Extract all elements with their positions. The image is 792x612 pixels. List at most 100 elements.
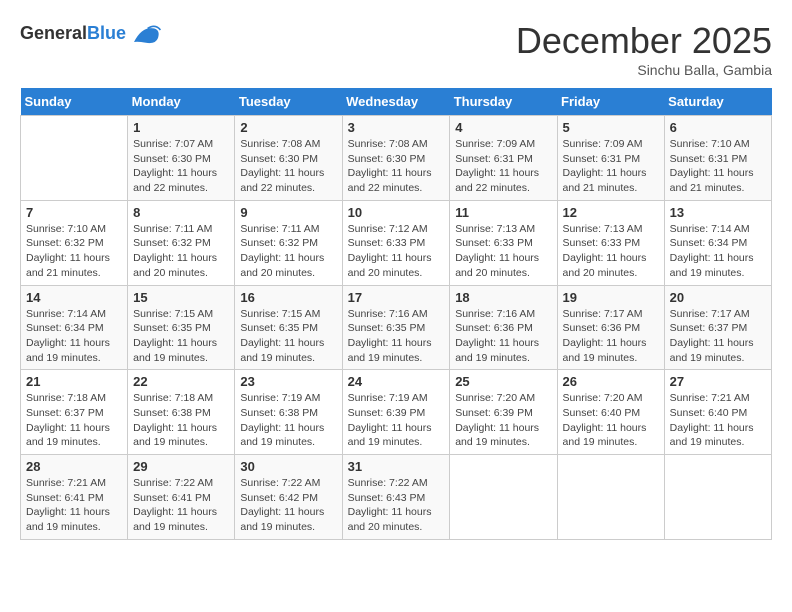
calendar-cell: [664, 455, 771, 540]
calendar-cell: 14 Sunrise: 7:14 AM Sunset: 6:34 PM Dayli…: [21, 285, 128, 370]
cell-content: Sunrise: 7:22 AM Sunset: 6:42 PM Dayligh…: [240, 476, 336, 535]
cell-content: Sunrise: 7:13 AM Sunset: 6:33 PM Dayligh…: [563, 222, 659, 281]
header-day-saturday: Saturday: [664, 88, 771, 116]
day-number: 13: [670, 205, 766, 220]
calendar-cell: [21, 116, 128, 201]
calendar-cell: 26 Sunrise: 7:20 AM Sunset: 6:40 PM Dayli…: [557, 370, 664, 455]
day-number: 28: [26, 459, 122, 474]
day-number: 12: [563, 205, 659, 220]
calendar-cell: 3Sunrise: 7:08 AM Sunset: 6:30 PM Daylig…: [342, 116, 450, 201]
week-row-1: 1Sunrise: 7:07 AM Sunset: 6:30 PM Daylig…: [21, 116, 772, 201]
calendar-table: SundayMondayTuesdayWednesdayThursdayFrid…: [20, 88, 772, 540]
day-number: 23: [240, 374, 336, 389]
header-day-monday: Monday: [128, 88, 235, 116]
header-day-friday: Friday: [557, 88, 664, 116]
location-subtitle: Sinchu Balla, Gambia: [516, 62, 772, 78]
logo-blue: Blue: [87, 23, 126, 43]
calendar-cell: 8 Sunrise: 7:11 AM Sunset: 6:32 PM Daylig…: [128, 200, 235, 285]
header-day-tuesday: Tuesday: [235, 88, 342, 116]
month-title: December 2025: [516, 20, 772, 62]
day-number: 7: [26, 205, 122, 220]
day-number: 27: [670, 374, 766, 389]
week-row-5: 28 Sunrise: 7:21 AM Sunset: 6:41 PM Dayli…: [21, 455, 772, 540]
cell-content: Sunrise: 7:09 AM Sunset: 6:31 PM Dayligh…: [455, 137, 551, 196]
calendar-cell: 21 Sunrise: 7:18 AM Sunset: 6:37 PM Dayli…: [21, 370, 128, 455]
day-number: 15: [133, 290, 229, 305]
calendar-cell: 25 Sunrise: 7:20 AM Sunset: 6:39 PM Dayli…: [450, 370, 557, 455]
cell-content: Sunrise: 7:17 AM Sunset: 6:37 PM Dayligh…: [670, 307, 766, 366]
calendar-cell: 13Sunrise: 7:14 AM Sunset: 6:34 PM Dayli…: [664, 200, 771, 285]
day-number: 22: [133, 374, 229, 389]
calendar-cell: 28 Sunrise: 7:21 AM Sunset: 6:41 PM Dayli…: [21, 455, 128, 540]
cell-content: Sunrise: 7:16 AM Sunset: 6:36 PM Dayligh…: [455, 307, 551, 366]
cell-content: Sunrise: 7:09 AM Sunset: 6:31 PM Dayligh…: [563, 137, 659, 196]
calendar-cell: 11 Sunrise: 7:13 AM Sunset: 6:33 PM Dayli…: [450, 200, 557, 285]
calendar-cell: 4Sunrise: 7:09 AM Sunset: 6:31 PM Daylig…: [450, 116, 557, 201]
header-day-wednesday: Wednesday: [342, 88, 450, 116]
day-number: 10: [348, 205, 445, 220]
day-number: 17: [348, 290, 445, 305]
day-number: 16: [240, 290, 336, 305]
cell-content: Sunrise: 7:15 AM Sunset: 6:35 PM Dayligh…: [240, 307, 336, 366]
day-number: 9: [240, 205, 336, 220]
calendar-cell: 17 Sunrise: 7:16 AM Sunset: 6:35 PM Dayli…: [342, 285, 450, 370]
cell-content: Sunrise: 7:21 AM Sunset: 6:40 PM Dayligh…: [670, 391, 766, 450]
calendar-body: 1Sunrise: 7:07 AM Sunset: 6:30 PM Daylig…: [21, 116, 772, 540]
cell-content: Sunrise: 7:16 AM Sunset: 6:35 PM Dayligh…: [348, 307, 445, 366]
cell-content: Sunrise: 7:08 AM Sunset: 6:30 PM Dayligh…: [240, 137, 336, 196]
calendar-cell: 5 Sunrise: 7:09 AM Sunset: 6:31 PM Daylig…: [557, 116, 664, 201]
calendar-cell: 1Sunrise: 7:07 AM Sunset: 6:30 PM Daylig…: [128, 116, 235, 201]
calendar-cell: 20Sunrise: 7:17 AM Sunset: 6:37 PM Dayli…: [664, 285, 771, 370]
calendar-header-row: SundayMondayTuesdayWednesdayThursdayFrid…: [21, 88, 772, 116]
cell-content: Sunrise: 7:07 AM Sunset: 6:30 PM Dayligh…: [133, 137, 229, 196]
logo-general: General: [20, 23, 87, 43]
calendar-cell: 29 Sunrise: 7:22 AM Sunset: 6:41 PM Dayli…: [128, 455, 235, 540]
logo-icon: [130, 20, 162, 48]
week-row-2: 7Sunrise: 7:10 AM Sunset: 6:32 PM Daylig…: [21, 200, 772, 285]
cell-content: Sunrise: 7:19 AM Sunset: 6:38 PM Dayligh…: [240, 391, 336, 450]
calendar-cell: 10 Sunrise: 7:12 AM Sunset: 6:33 PM Dayli…: [342, 200, 450, 285]
header-day-thursday: Thursday: [450, 88, 557, 116]
cell-content: Sunrise: 7:21 AM Sunset: 6:41 PM Dayligh…: [26, 476, 122, 535]
day-number: 3: [348, 120, 445, 135]
calendar-cell: 27 Sunrise: 7:21 AM Sunset: 6:40 PM Dayli…: [664, 370, 771, 455]
day-number: 24: [348, 374, 445, 389]
calendar-cell: 6Sunrise: 7:10 AM Sunset: 6:31 PM Daylig…: [664, 116, 771, 201]
day-number: 25: [455, 374, 551, 389]
week-row-4: 21 Sunrise: 7:18 AM Sunset: 6:37 PM Dayli…: [21, 370, 772, 455]
calendar-cell: 24Sunrise: 7:19 AM Sunset: 6:39 PM Dayli…: [342, 370, 450, 455]
cell-content: Sunrise: 7:22 AM Sunset: 6:41 PM Dayligh…: [133, 476, 229, 535]
day-number: 19: [563, 290, 659, 305]
day-number: 29: [133, 459, 229, 474]
calendar-cell: 12 Sunrise: 7:13 AM Sunset: 6:33 PM Dayli…: [557, 200, 664, 285]
cell-content: Sunrise: 7:20 AM Sunset: 6:40 PM Dayligh…: [563, 391, 659, 450]
cell-content: Sunrise: 7:12 AM Sunset: 6:33 PM Dayligh…: [348, 222, 445, 281]
calendar-cell: 7Sunrise: 7:10 AM Sunset: 6:32 PM Daylig…: [21, 200, 128, 285]
cell-content: Sunrise: 7:15 AM Sunset: 6:35 PM Dayligh…: [133, 307, 229, 366]
cell-content: Sunrise: 7:13 AM Sunset: 6:33 PM Dayligh…: [455, 222, 551, 281]
day-number: 14: [26, 290, 122, 305]
day-number: 31: [348, 459, 445, 474]
cell-content: Sunrise: 7:22 AM Sunset: 6:43 PM Dayligh…: [348, 476, 445, 535]
cell-content: Sunrise: 7:14 AM Sunset: 6:34 PM Dayligh…: [26, 307, 122, 366]
calendar-cell: 30 Sunrise: 7:22 AM Sunset: 6:42 PM Dayli…: [235, 455, 342, 540]
calendar-cell: 15 Sunrise: 7:15 AM Sunset: 6:35 PM Dayli…: [128, 285, 235, 370]
cell-content: Sunrise: 7:18 AM Sunset: 6:38 PM Dayligh…: [133, 391, 229, 450]
calendar-cell: [557, 455, 664, 540]
day-number: 21: [26, 374, 122, 389]
day-number: 5: [563, 120, 659, 135]
cell-content: Sunrise: 7:20 AM Sunset: 6:39 PM Dayligh…: [455, 391, 551, 450]
cell-content: Sunrise: 7:18 AM Sunset: 6:37 PM Dayligh…: [26, 391, 122, 450]
logo: GeneralBlue: [20, 20, 162, 48]
calendar-cell: 2Sunrise: 7:08 AM Sunset: 6:30 PM Daylig…: [235, 116, 342, 201]
day-number: 8: [133, 205, 229, 220]
day-number: 30: [240, 459, 336, 474]
cell-content: Sunrise: 7:11 AM Sunset: 6:32 PM Dayligh…: [133, 222, 229, 281]
day-number: 18: [455, 290, 551, 305]
day-number: 11: [455, 205, 551, 220]
day-number: 26: [563, 374, 659, 389]
calendar-cell: 22 Sunrise: 7:18 AM Sunset: 6:38 PM Dayli…: [128, 370, 235, 455]
header-day-sunday: Sunday: [21, 88, 128, 116]
day-number: 6: [670, 120, 766, 135]
calendar-cell: 18 Sunrise: 7:16 AM Sunset: 6:36 PM Dayli…: [450, 285, 557, 370]
